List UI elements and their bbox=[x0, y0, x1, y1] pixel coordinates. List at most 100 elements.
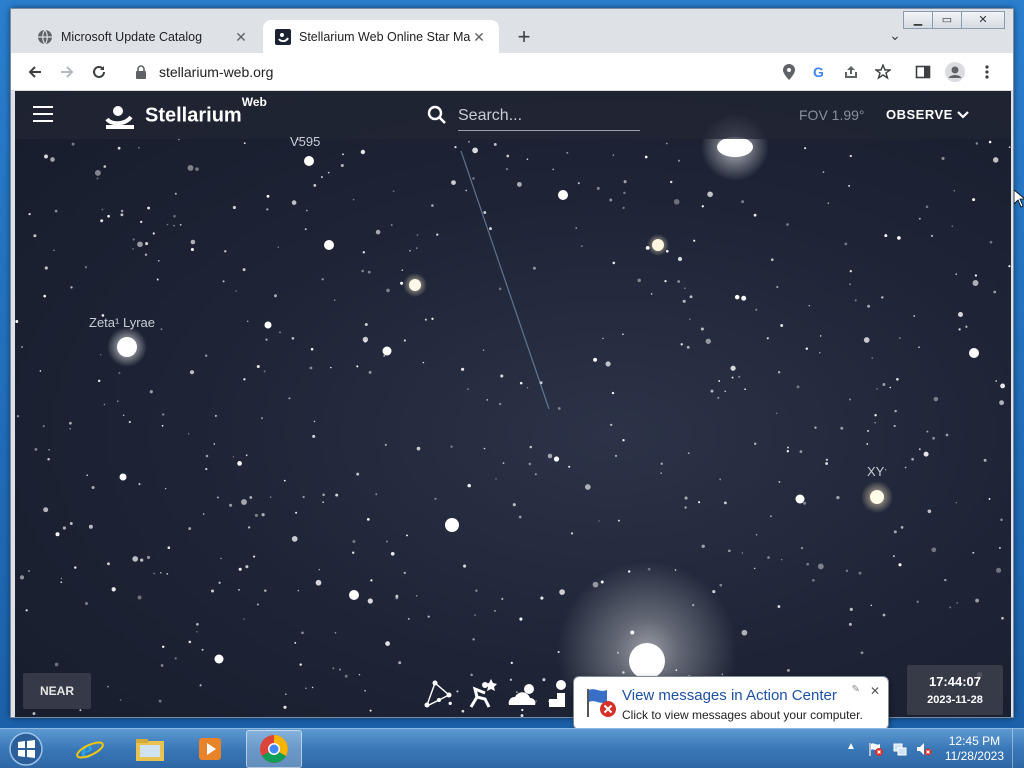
show-desktop-button[interactable] bbox=[1012, 729, 1024, 768]
background-star bbox=[502, 462, 505, 465]
observe-dropdown[interactable]: OBSERVE bbox=[886, 107, 969, 122]
background-star bbox=[117, 400, 119, 402]
tab-stellarium[interactable]: Stellarium Web Online Star Map ✕ bbox=[263, 20, 499, 53]
star-label-v595[interactable]: V595 bbox=[290, 134, 320, 149]
background-star bbox=[489, 227, 492, 231]
background-star bbox=[43, 507, 49, 513]
near-button[interactable]: NEAR bbox=[23, 673, 91, 709]
maximize-button[interactable]: ▭ bbox=[932, 11, 962, 29]
pin-icon[interactable]: ✎ bbox=[852, 684, 860, 695]
background-star bbox=[111, 587, 116, 592]
brand-title[interactable]: StellariumWeb bbox=[145, 95, 267, 128]
taskbar-file-explorer[interactable] bbox=[122, 730, 178, 768]
volume-muted-icon[interactable] bbox=[916, 741, 932, 757]
background-star bbox=[277, 246, 279, 248]
lock-icon[interactable] bbox=[135, 65, 149, 79]
atmosphere-icon[interactable] bbox=[503, 675, 543, 711]
tab-close-icon[interactable]: ✕ bbox=[233, 29, 249, 45]
new-tab-button[interactable]: + bbox=[511, 25, 537, 51]
minimize-button[interactable]: ▁ bbox=[903, 11, 933, 29]
background-star bbox=[528, 462, 532, 466]
action-center-notification[interactable]: View messages in Action Center Click to … bbox=[573, 676, 889, 741]
zeta-lyrae-star bbox=[117, 337, 137, 357]
background-star bbox=[91, 485, 95, 490]
network-icon[interactable] bbox=[892, 741, 908, 757]
background-star bbox=[957, 311, 964, 318]
background-star bbox=[229, 503, 233, 507]
background-star bbox=[684, 287, 686, 290]
background-star bbox=[996, 567, 1002, 573]
background-star bbox=[149, 390, 153, 394]
background-star bbox=[526, 387, 529, 389]
reload-icon[interactable] bbox=[87, 60, 111, 84]
star bbox=[304, 156, 314, 166]
search-input[interactable] bbox=[458, 101, 640, 131]
stellarium-sky-view[interactable]: StellariumWeb FOV 1.99° OBSERVE V595 Zet… bbox=[15, 91, 1011, 717]
tab-search-chevron-icon[interactable]: ⌄ bbox=[885, 27, 905, 47]
kebab-menu-icon[interactable] bbox=[975, 60, 999, 84]
background-star bbox=[86, 474, 89, 477]
date-time-display[interactable]: 17:44:07 2023-11-28 bbox=[907, 665, 1003, 715]
back-arrow-icon[interactable] bbox=[23, 60, 47, 84]
background-star bbox=[983, 458, 987, 462]
taskbar-chrome[interactable] bbox=[246, 730, 302, 768]
star-field[interactable] bbox=[15, 91, 1011, 717]
background-star bbox=[637, 278, 641, 283]
notification-close-icon[interactable]: ✕ bbox=[870, 684, 880, 698]
tab-close-icon[interactable]: ✕ bbox=[471, 29, 487, 45]
background-star bbox=[204, 354, 208, 357]
background-star bbox=[944, 578, 947, 582]
bookmark-star-icon[interactable] bbox=[871, 60, 895, 84]
constellation-art-icon[interactable] bbox=[461, 675, 501, 711]
menu-icon[interactable] bbox=[33, 106, 53, 122]
background-star bbox=[825, 462, 829, 465]
background-star bbox=[898, 563, 902, 567]
taskbar-internet-explorer[interactable]: e bbox=[62, 730, 118, 768]
background-star bbox=[519, 381, 523, 385]
background-star bbox=[1001, 616, 1004, 620]
background-star bbox=[882, 383, 886, 386]
close-window-button[interactable]: ✕ bbox=[961, 11, 1005, 29]
notification-title[interactable]: View messages in Action Center bbox=[622, 687, 837, 704]
show-hidden-icons-icon[interactable]: ▲ bbox=[846, 741, 862, 757]
stellarium-logo-icon[interactable] bbox=[105, 101, 135, 131]
time-value: 17:44:07 bbox=[928, 674, 982, 689]
google-translate-icon[interactable]: G bbox=[807, 60, 831, 84]
fov-indicator: FOV 1.99° bbox=[799, 107, 865, 123]
tab-microsoft-update-catalog[interactable]: Microsoft Update Catalog ✕ bbox=[25, 20, 261, 53]
search-icon[interactable] bbox=[427, 105, 447, 125]
background-star bbox=[682, 299, 686, 303]
background-star bbox=[284, 693, 287, 696]
constellation-lines-icon[interactable] bbox=[419, 675, 459, 711]
background-star bbox=[407, 617, 410, 620]
background-star bbox=[951, 225, 954, 228]
background-star bbox=[501, 597, 504, 601]
share-icon[interactable] bbox=[839, 60, 863, 84]
side-panel-icon[interactable] bbox=[911, 60, 935, 84]
address-bar[interactable]: stellarium-web.org bbox=[125, 58, 885, 86]
star-label-zeta-lyrae[interactable]: Zeta¹ Lyrae bbox=[89, 315, 155, 330]
background-star bbox=[689, 295, 693, 299]
background-star bbox=[677, 280, 681, 283]
location-pin-icon[interactable] bbox=[777, 60, 801, 84]
background-star bbox=[580, 245, 583, 247]
star-label-xy[interactable]: XY bbox=[867, 464, 884, 479]
background-star bbox=[60, 581, 63, 584]
background-star bbox=[475, 589, 478, 592]
background-star bbox=[483, 447, 486, 450]
background-star bbox=[311, 686, 314, 689]
start-button-icon[interactable] bbox=[6, 731, 46, 767]
system-clock[interactable]: 12:45 PM 11/28/2023 bbox=[945, 734, 1004, 764]
background-star bbox=[245, 565, 249, 569]
background-star bbox=[333, 299, 336, 301]
background-star bbox=[840, 426, 844, 430]
background-star bbox=[71, 142, 75, 146]
background-star bbox=[465, 189, 468, 192]
taskbar-media-player[interactable] bbox=[182, 730, 238, 768]
profile-avatar-icon[interactable] bbox=[943, 60, 967, 84]
action-center-tray-icon[interactable] bbox=[868, 741, 884, 757]
background-star bbox=[566, 151, 569, 154]
background-star bbox=[498, 287, 502, 291]
forward-arrow-icon[interactable] bbox=[55, 60, 79, 84]
background-star bbox=[1000, 383, 1006, 389]
